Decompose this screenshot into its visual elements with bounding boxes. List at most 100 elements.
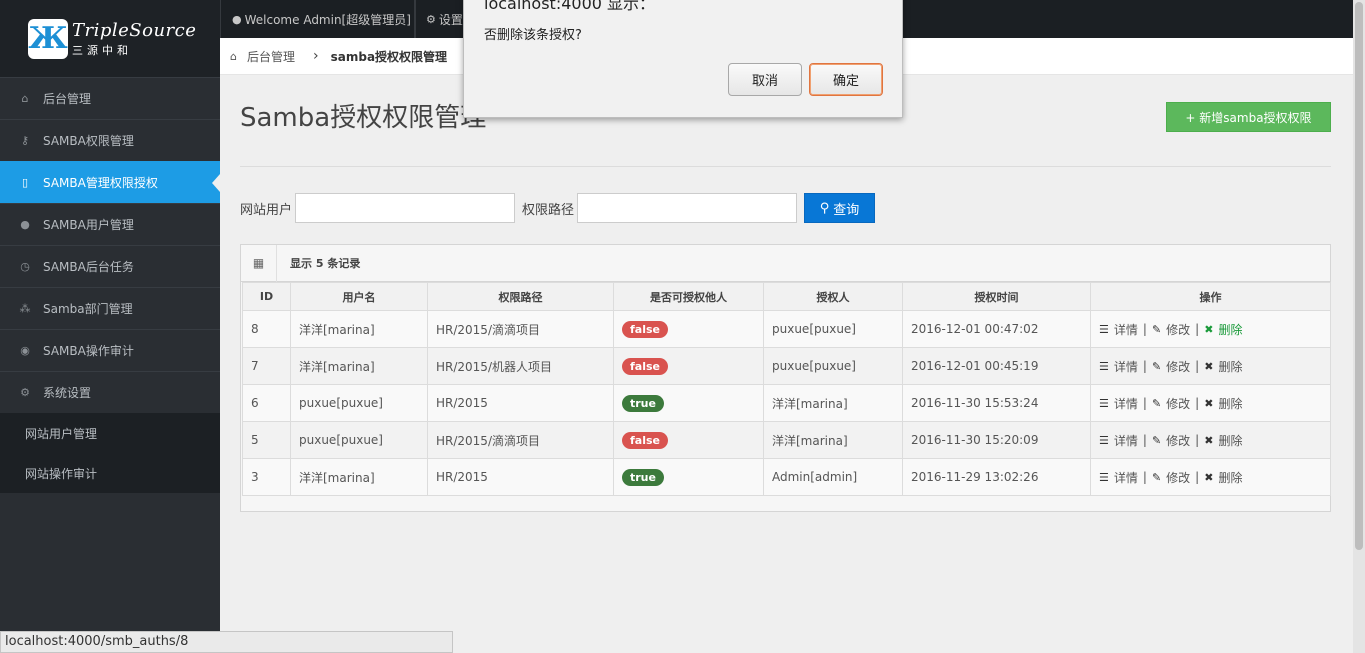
sidebar-subitem[interactable]: 网站操作审计 <box>0 453 220 493</box>
home-icon: ⌂ <box>230 49 237 63</box>
ok-button[interactable]: 确定 <box>809 63 883 96</box>
column-header: 用户名 <box>290 282 428 311</box>
table-row: 5 puxue[puxue] HR/2015/滴滴项目 false 洋洋[marina]… <box>242 421 1331 459</box>
cell-path: HR/2015/机器人项目 <box>427 347 614 385</box>
grant-badge: false <box>622 431 668 449</box>
edit-link[interactable]: ✎ 修改 <box>1152 395 1190 412</box>
logo-subtitle: 三源中和 <box>72 43 132 57</box>
add-auth-button[interactable]: + 新增samba授权权限 <box>1166 102 1331 132</box>
sidebar-item[interactable]: ▯ SAMBA管理权限授权 <box>0 161 220 203</box>
sidebar-item-label: SAMBA权限管理 <box>43 134 134 148</box>
delete-link[interactable]: ✖ 删除 <box>1204 395 1242 412</box>
breadcrumb-current: samba授权权限管理 <box>330 49 448 64</box>
sidebar-item[interactable]: ⁂ Samba部门管理 <box>0 287 220 329</box>
auth-table: ID 用户名 权限路径 是否可授权他人 授权人 授权时间 操作 8 洋洋[marina] HR/… <box>242 282 1331 496</box>
delete-link-label: 删除 <box>1218 396 1243 411</box>
breadcrumb-home[interactable]: ⌂ 后台管理 <box>230 48 295 65</box>
cell-actions: ☰ 详情 | ✎ 修改 | ✖ 删除 <box>1090 310 1331 348</box>
cell-path: HR/2015 <box>427 384 614 422</box>
cell-granter: puxue[puxue] <box>763 347 903 385</box>
delete-link[interactable]: ✖ 删除 <box>1204 469 1242 486</box>
delete-link-label: 删除 <box>1218 359 1243 374</box>
action-separator: | <box>1195 432 1200 447</box>
welcome-menu[interactable]: ● Welcome Admin[超级管理员] <box>220 0 415 38</box>
action-separator: | <box>1142 432 1147 447</box>
cell-time: 2016-12-01 00:45:19 <box>902 347 1091 385</box>
column-header: 授权人 <box>763 282 903 311</box>
edit-link-label: 修改 <box>1166 322 1191 337</box>
records-panel: ▦ 显示 5 条记录 ID 用户名 权限路径 是否可授权他人 授权人 授权时间 操作 8 洋洋… <box>240 244 1331 512</box>
scrollbar[interactable] <box>1353 0 1365 653</box>
logo-name: TripleSource <box>72 19 197 41</box>
edit-link[interactable]: ✎ 修改 <box>1152 432 1190 449</box>
sidebar-item[interactable]: ◷ SAMBA后台任务 <box>0 245 220 287</box>
sidebar-item[interactable]: ⚷ SAMBA权限管理 <box>0 119 220 161</box>
cell-grant: true <box>613 384 764 422</box>
cell-granter: puxue[puxue] <box>763 310 903 348</box>
delete-link[interactable]: ✖ 删除 <box>1204 321 1242 338</box>
grant-badge: false <box>622 320 668 338</box>
list-icon: ☰ <box>1099 433 1109 447</box>
path-filter-label: 权限路径 <box>522 202 575 218</box>
path-filter-input[interactable] <box>577 193 798 223</box>
search-button[interactable]: ⚲ 查询 <box>804 193 875 223</box>
sidebar-item[interactable]: ● SAMBA用户管理 <box>0 203 220 245</box>
sidebar-item[interactable]: ⚙ 系统设置 <box>0 371 220 413</box>
table-row: 8 洋洋[marina] HR/2015/滴滴项目 false puxue[puxue]… <box>242 310 1331 348</box>
cell-path: HR/2015/滴滴项目 <box>427 310 614 348</box>
detail-link[interactable]: ☰ 详情 <box>1099 469 1138 486</box>
detail-link-label: 详情 <box>1113 470 1138 485</box>
sidebar-item-label: SAMBA管理权限授权 <box>43 176 158 190</box>
pencil-icon: ✎ <box>1151 433 1162 447</box>
detail-link[interactable]: ☰ 详情 <box>1099 432 1138 449</box>
cell-time: 2016-11-30 15:53:24 <box>902 384 1091 422</box>
close-icon: ✖ <box>1204 359 1214 373</box>
action-separator: | <box>1142 358 1147 373</box>
detail-link[interactable]: ☰ 详情 <box>1099 321 1138 338</box>
sitemap-icon: ⁂ <box>19 302 31 315</box>
table-row: 7 洋洋[marina] HR/2015/机器人项目 false puxue[puxue… <box>242 347 1331 385</box>
logo[interactable]: Ж TripleSource 三源中和 <box>0 0 220 77</box>
user-icon: ● <box>232 12 242 26</box>
scrollbar-thumb[interactable] <box>1355 2 1363 550</box>
edit-link-label: 修改 <box>1166 470 1191 485</box>
sidebar-item[interactable]: ⌂ 后台管理 <box>0 77 220 119</box>
sidebar-item-label: 后台管理 <box>43 92 92 106</box>
sidebar-item[interactable]: ◉ SAMBA操作审计 <box>0 329 220 371</box>
page-title: Samba授权权限管理 <box>240 103 487 133</box>
close-icon: ✖ <box>1204 322 1214 336</box>
cell-grant: false <box>613 421 764 459</box>
action-separator: | <box>1142 321 1147 336</box>
cancel-button[interactable]: 取消 <box>728 63 802 96</box>
delete-link[interactable]: ✖ 删除 <box>1204 358 1242 375</box>
cell-actions: ☰ 详情 | ✎ 修改 | ✖ 删除 <box>1090 347 1331 385</box>
cell-user: 洋洋[marina] <box>290 458 428 496</box>
cogs-icon: ⚙ <box>20 386 30 399</box>
edit-link[interactable]: ✎ 修改 <box>1152 469 1190 486</box>
detail-link[interactable]: ☰ 详情 <box>1099 395 1138 412</box>
detail-link-label: 详情 <box>1113 322 1138 337</box>
user-icon: ● <box>20 218 30 231</box>
cell-user: 洋洋[marina] <box>290 347 428 385</box>
action-separator: | <box>1195 395 1200 410</box>
sidebar-nav: ⌂ 后台管理 ⚷ SAMBA权限管理 ▯ SAMBA管理权限授权 ● SAMBA用户管理 ◷ SA… <box>0 77 220 413</box>
edit-link[interactable]: ✎ 修改 <box>1152 321 1190 338</box>
detail-link[interactable]: ☰ 详情 <box>1099 358 1138 375</box>
pencil-icon: ✎ <box>1151 396 1162 410</box>
breadcrumb-home-label: 后台管理 <box>246 49 295 64</box>
action-separator: | <box>1195 321 1200 336</box>
column-header: ID <box>242 282 291 311</box>
delete-link[interactable]: ✖ 删除 <box>1204 432 1242 449</box>
sidebar-subitem[interactable]: 网站用户管理 <box>0 413 220 453</box>
eye-icon: ◉ <box>20 344 30 357</box>
edit-link[interactable]: ✎ 修改 <box>1152 358 1190 375</box>
cell-path: HR/2015 <box>427 458 614 496</box>
path-filter: 权限路径 <box>522 193 798 223</box>
cell-id: 3 <box>242 458 291 496</box>
column-header: 权限路径 <box>427 282 614 311</box>
pencil-icon: ✎ <box>1151 322 1162 336</box>
cell-user: 洋洋[marina] <box>290 310 428 348</box>
home-icon: ⌂ <box>21 92 29 105</box>
key-icon: ⚷ <box>20 134 30 147</box>
user-filter-input[interactable] <box>295 193 516 223</box>
